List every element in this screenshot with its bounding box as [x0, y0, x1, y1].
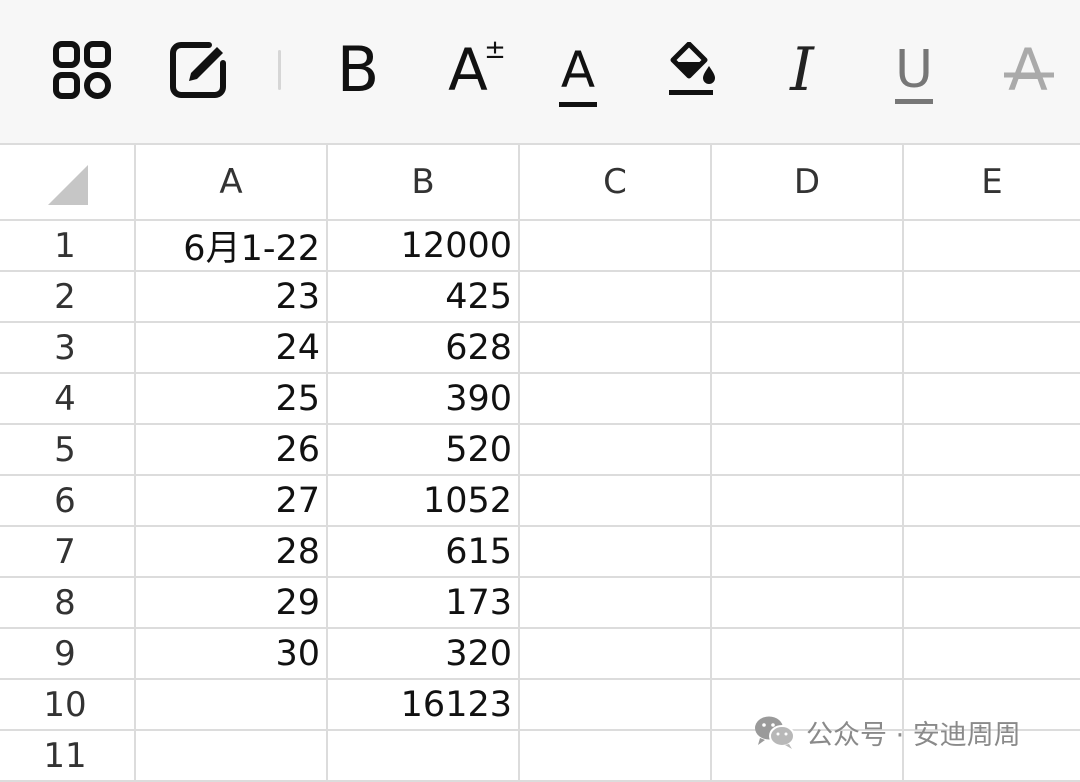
underline-icon[interactable]: U [874, 30, 954, 110]
cell-d2[interactable] [712, 272, 904, 323]
cell-c10[interactable] [520, 680, 712, 731]
cell-c7[interactable] [520, 527, 712, 578]
cell-a10[interactable] [136, 680, 328, 731]
cell-d1[interactable] [712, 221, 904, 272]
font-size-icon[interactable]: A ± [428, 30, 508, 110]
row-number: 8 [54, 582, 76, 623]
cell-a3[interactable]: 24 [136, 323, 328, 374]
cell-c2[interactable] [520, 272, 712, 323]
font-color-icon[interactable]: A [538, 30, 618, 110]
row-header[interactable]: 2 [0, 272, 136, 323]
row-header[interactable]: 3 [0, 323, 136, 374]
cell-c8[interactable] [520, 578, 712, 629]
column-header-c[interactable]: C [520, 143, 712, 221]
cell-e3[interactable] [904, 323, 1080, 374]
row-number: 2 [54, 276, 76, 317]
cell-e8[interactable] [904, 578, 1080, 629]
row-header[interactable]: 10 [0, 680, 136, 731]
cell-e2[interactable] [904, 272, 1080, 323]
cell-d7[interactable] [712, 527, 904, 578]
cell-b7[interactable]: 615 [328, 527, 520, 578]
cell-c6[interactable] [520, 476, 712, 527]
row-header[interactable]: 6 [0, 476, 136, 527]
cell-b11[interactable] [328, 731, 520, 782]
cell-c11[interactable] [520, 731, 712, 782]
cell-d4[interactable] [712, 374, 904, 425]
spreadsheet-grid: A B C D E 1 6月1-22 12000 2 23 425 3 24 628 4 25 390… [0, 143, 1080, 782]
cell-a1[interactable]: 6月1-22 [136, 221, 328, 272]
cell-e9[interactable] [904, 629, 1080, 680]
column-header-e[interactable]: E [904, 143, 1080, 221]
row-number: 3 [54, 327, 76, 368]
cell-e4[interactable] [904, 374, 1080, 425]
formatting-toolbar: B A ± A I U A [0, 0, 1080, 143]
column-header-b[interactable]: B [328, 143, 520, 221]
row-header[interactable]: 1 [0, 221, 136, 272]
cell-a5[interactable]: 26 [136, 425, 328, 476]
row-number: 4 [54, 378, 76, 419]
row-number: 10 [43, 684, 87, 725]
apps-icon[interactable] [42, 30, 122, 110]
row-header[interactable]: 4 [0, 374, 136, 425]
cell-a7[interactable]: 28 [136, 527, 328, 578]
cell-b9[interactable]: 320 [328, 629, 520, 680]
cell-c3[interactable] [520, 323, 712, 374]
cell-b5[interactable]: 520 [328, 425, 520, 476]
strikethrough-icon[interactable]: A [988, 30, 1068, 110]
row-header[interactable]: 11 [0, 731, 136, 782]
row-number: 1 [54, 225, 76, 266]
cell-c9[interactable] [520, 629, 712, 680]
cell-d3[interactable] [712, 323, 904, 374]
cell-b4[interactable]: 390 [328, 374, 520, 425]
row-header[interactable]: 8 [0, 578, 136, 629]
cell-c4[interactable] [520, 374, 712, 425]
toolbar-separator [278, 50, 281, 90]
cell-d6[interactable] [712, 476, 904, 527]
bold-icon[interactable]: B [318, 30, 398, 110]
row-header[interactable]: 5 [0, 425, 136, 476]
cell-e6[interactable] [904, 476, 1080, 527]
row-number: 6 [54, 480, 76, 521]
row-number: 9 [54, 633, 76, 674]
row-header[interactable]: 7 [0, 527, 136, 578]
wechat-icon [755, 716, 795, 749]
fill-color-icon[interactable] [652, 30, 732, 110]
edit-icon[interactable] [158, 30, 238, 110]
cell-d9[interactable] [712, 629, 904, 680]
cell-a8[interactable]: 29 [136, 578, 328, 629]
cell-a6[interactable]: 27 [136, 476, 328, 527]
row-number: 5 [54, 429, 76, 470]
select-all-corner[interactable] [0, 143, 136, 221]
column-header-d[interactable]: D [712, 143, 904, 221]
watermark-text: 公众号 · 安迪周周 [806, 719, 1021, 751]
cell-b3[interactable]: 628 [328, 323, 520, 374]
cell-a11[interactable] [136, 731, 328, 782]
row-number: 7 [54, 531, 76, 572]
cell-c5[interactable] [520, 425, 712, 476]
cell-b6[interactable]: 1052 [328, 476, 520, 527]
cell-b8[interactable]: 173 [328, 578, 520, 629]
cell-d5[interactable] [712, 425, 904, 476]
cell-a9[interactable]: 30 [136, 629, 328, 680]
cell-e5[interactable] [904, 425, 1080, 476]
column-header-a[interactable]: A [136, 143, 328, 221]
cell-d8[interactable] [712, 578, 904, 629]
select-all-icon [48, 165, 88, 205]
cell-c1[interactable] [520, 221, 712, 272]
cell-a2[interactable]: 23 [136, 272, 328, 323]
cell-b2[interactable]: 425 [328, 272, 520, 323]
cell-e7[interactable] [904, 527, 1080, 578]
cell-b10[interactable]: 16123 [328, 680, 520, 731]
watermark: 公众号 · 安迪周周 [754, 712, 1021, 752]
row-number: 11 [43, 735, 87, 776]
italic-icon[interactable]: I [762, 30, 842, 110]
cell-a4[interactable]: 25 [136, 374, 328, 425]
cell-b1[interactable]: 12000 [328, 221, 520, 272]
cell-e1[interactable] [904, 221, 1080, 272]
row-header[interactable]: 9 [0, 629, 136, 680]
